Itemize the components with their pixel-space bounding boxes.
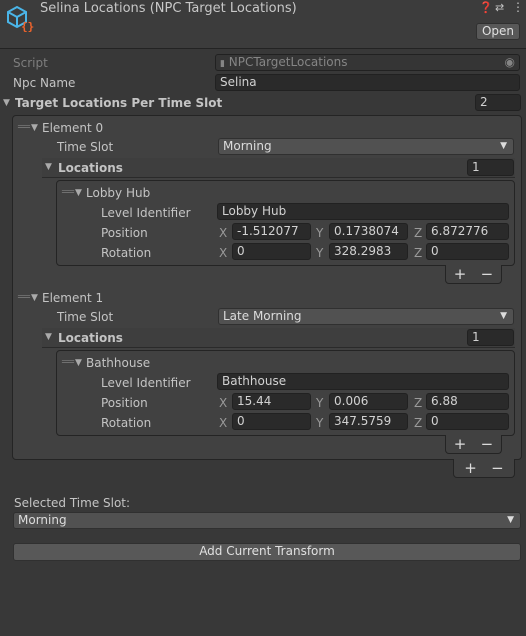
rotation-label: Rotation [101,416,152,430]
z-label[interactable]: Z [414,395,422,411]
position-x-input[interactable]: 15.44 [232,393,311,410]
selected-time-slot-value: Morning [18,513,67,527]
remove-button[interactable]: − [481,435,494,453]
outer-list-buttons: + − [453,459,515,478]
foldout-triangle-icon[interactable]: ▼ [31,293,38,303]
add-button[interactable]: + [454,435,467,453]
time-slot-label: Time Slot [57,140,114,154]
x-label[interactable]: X [219,395,227,411]
level-identifier-input[interactable]: Bathhouse [217,373,509,390]
rotation-y-input[interactable]: 347.5759 [329,413,408,430]
foldout-triangle-icon[interactable]: ▼ [31,123,38,133]
element-label[interactable]: Element 0 [42,120,103,136]
locations-label[interactable]: Locations [58,330,123,346]
selected-time-slot-dropdown[interactable]: Morning ▼ [13,512,521,529]
time-slot-value: Morning [223,139,272,153]
foldout-triangle-icon[interactable]: ▼ [45,332,52,342]
element-label[interactable]: Element 1 [42,290,103,306]
foldout-triangle-icon[interactable]: ▼ [75,358,82,368]
list-buttons: + − [445,435,502,454]
rotation-z-input[interactable]: 0 [426,413,509,430]
remove-button[interactable]: − [491,459,504,477]
time-slot-dropdown[interactable]: Late Morning ▼ [218,308,514,325]
add-current-transform-button[interactable]: Add Current Transform [13,543,521,561]
time-slot-value: Late Morning [223,309,302,323]
position-y-input[interactable]: 0.006 [329,393,408,410]
add-button[interactable]: + [464,459,477,477]
chevron-down-icon: ▼ [500,141,507,151]
level-identifier-label: Level Identifier [101,376,191,390]
x-label[interactable]: X [219,415,227,431]
location-name[interactable]: Bathhouse [86,355,150,371]
time-slot-label: Time Slot [57,310,114,324]
time-slot-dropdown[interactable]: Morning ▼ [218,138,514,155]
chevron-down-icon: ▼ [507,515,514,525]
drag-handle-icon[interactable]: ══ [18,292,30,303]
locations-size-input[interactable]: 1 [467,329,514,346]
rotation-x-input[interactable]: 0 [232,413,311,430]
selected-time-slot-label: Selected Time Slot: [14,496,131,510]
element-1: ══ ▼ Element 1 Time Slot Late Morning ▼ ▼… [0,170,526,470]
position-z-input[interactable]: 6.88 [426,393,509,410]
y-label[interactable]: Y [316,395,323,411]
z-label[interactable]: Z [414,415,422,431]
drag-handle-icon[interactable]: ══ [62,357,74,368]
position-label: Position [101,396,148,410]
drag-handle-icon[interactable]: ══ [18,122,30,133]
y-label[interactable]: Y [316,415,323,431]
chevron-down-icon: ▼ [500,311,507,321]
